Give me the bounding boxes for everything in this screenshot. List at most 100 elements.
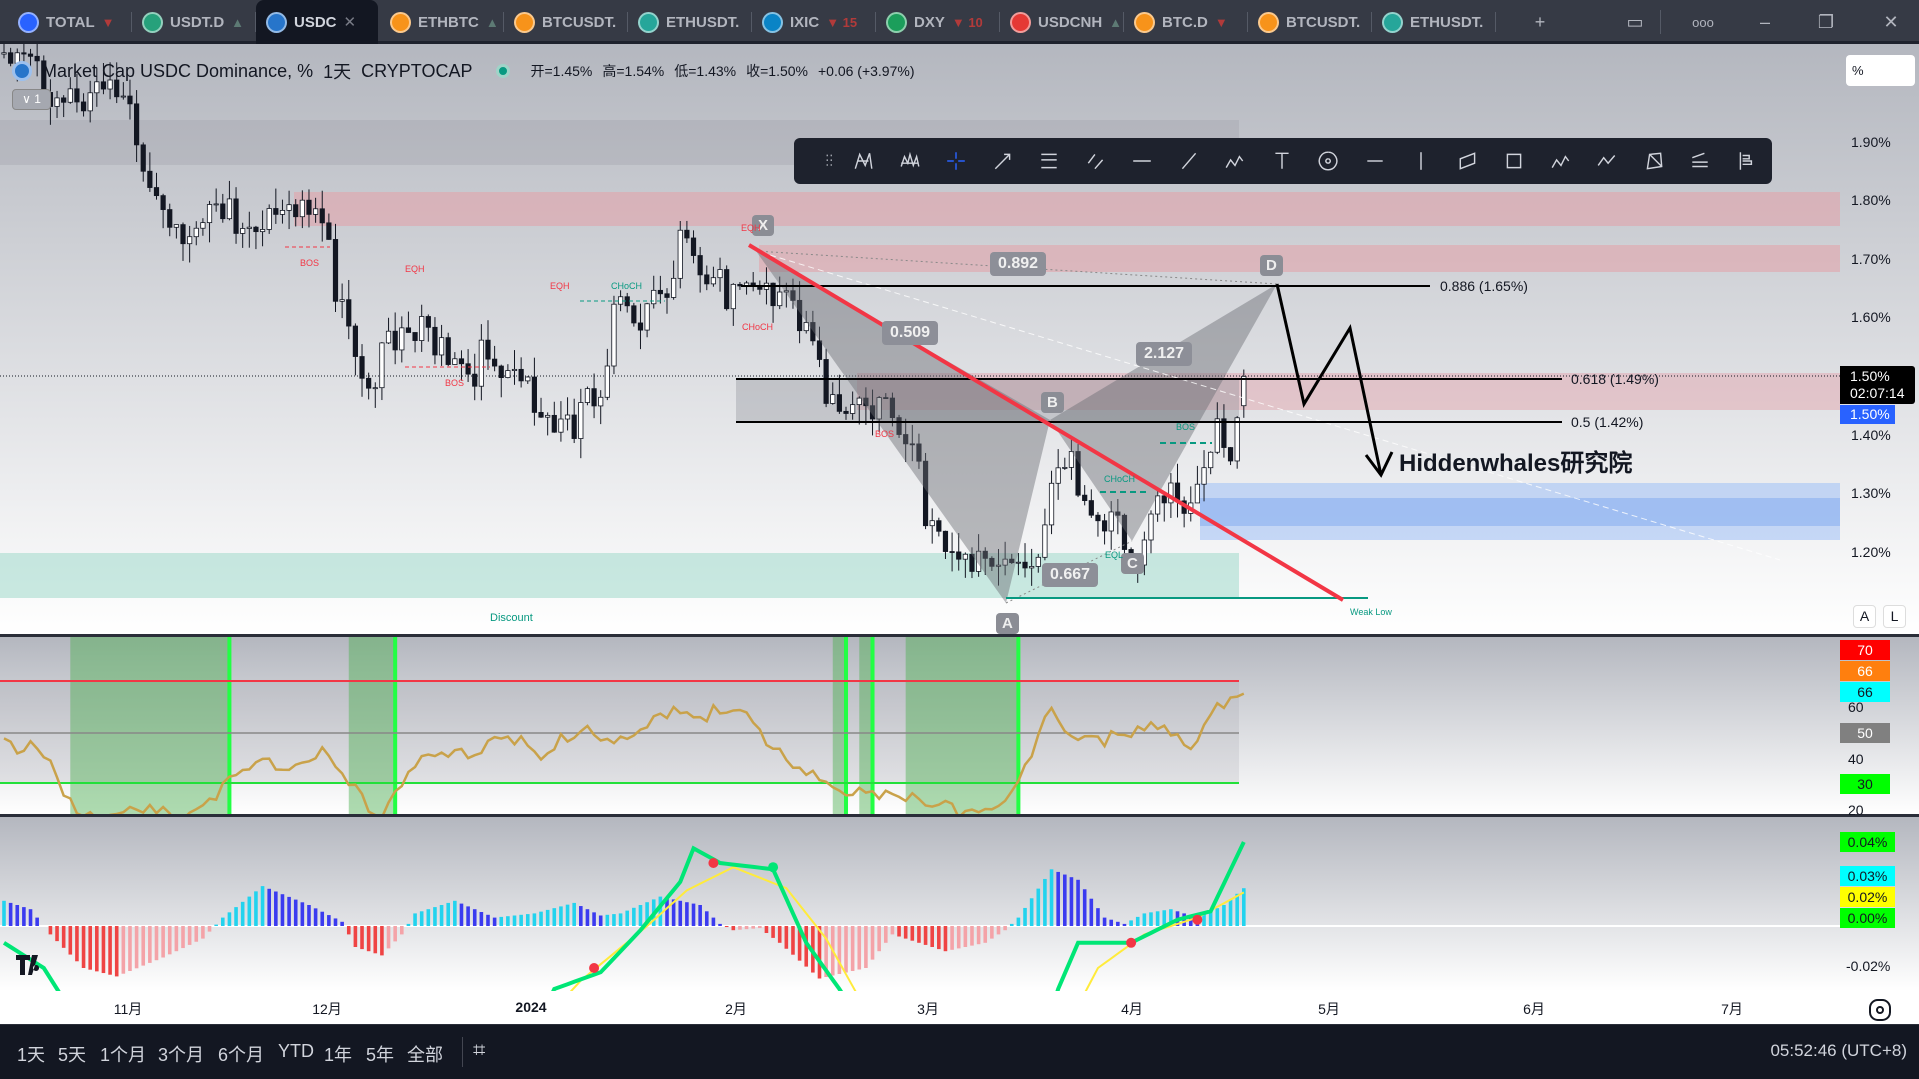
add-tab-button[interactable]: + <box>1515 0 1565 44</box>
symbol-logo-icon <box>1382 11 1403 33</box>
minimize-button[interactable]: – <box>1740 0 1790 44</box>
rsi-oversold-zone <box>348 637 396 814</box>
macd-histogram-bar <box>738 926 742 930</box>
macd-histogram-bar <box>1049 869 1054 926</box>
close-tab-icon[interactable]: ✕ <box>344 13 357 31</box>
trend-line-icon[interactable] <box>1166 141 1213 181</box>
tab-ethusdt[interactable]: ETHUSDT. <box>628 0 752 44</box>
abc-pattern-icon[interactable] <box>1538 141 1585 181</box>
exchange[interactable]: CRYPTOCAP <box>361 61 472 82</box>
scale-mode-input[interactable]: % <box>1846 55 1915 86</box>
pattern-point-c[interactable]: C <box>1121 553 1144 574</box>
rectangle-icon[interactable] <box>1491 141 1538 181</box>
macd-histogram-bar <box>817 926 822 979</box>
tab-change-indicator: ▲ <box>1109 14 1123 30</box>
interval[interactable]: 1天 <box>323 58 351 84</box>
range-button-5[interactable]: YTD <box>278 1041 314 1062</box>
symbol-title[interactable]: Market Cap USDC Dominance, % <box>42 61 313 82</box>
elliott-wave-icon[interactable] <box>887 141 934 181</box>
ohlc-low: 低=1.43% <box>674 63 737 79</box>
horizontal-ray-icon[interactable] <box>1119 141 1166 181</box>
macd-histogram-bar <box>545 909 550 926</box>
macd-histogram-bar <box>466 906 470 926</box>
long-position-icon[interactable] <box>1724 141 1771 181</box>
candle <box>266 204 272 234</box>
macd-histogram-bar <box>406 923 411 926</box>
time-label: 4月 <box>1121 1001 1143 1017</box>
parallelogram-icon[interactable] <box>1445 141 1492 181</box>
abcd-numbered-icon[interactable] <box>1212 141 1259 181</box>
macd-histogram-bar <box>937 926 941 950</box>
range-button-3[interactable]: 3个月 <box>158 1041 204 1067</box>
clock-timezone[interactable]: 05:52:46 (UTC+8) <box>1770 1041 1907 1061</box>
date-range-calendar-icon[interactable]: ⌗ <box>473 1037 485 1063</box>
drag-handle-icon[interactable] <box>824 141 840 181</box>
path-icon[interactable] <box>1584 141 1631 181</box>
fib-label: 0.886 (1.65%) <box>1440 278 1528 294</box>
symbol-logo-icon <box>638 11 659 33</box>
macd-histogram-bar <box>579 906 583 926</box>
range-button-8[interactable]: 全部 <box>407 1041 443 1067</box>
tab-usdtd[interactable]: USDT.D ▲ <box>132 0 256 44</box>
pattern-point-d[interactable]: D <box>1260 255 1283 276</box>
time-axis[interactable] <box>0 991 1919 1024</box>
supply-zone-red <box>759 245 1840 272</box>
more-button[interactable]: ooo <box>1678 0 1728 44</box>
macd-histogram-bar <box>327 915 331 926</box>
candle <box>1234 416 1240 469</box>
crosshair-icon[interactable] <box>933 141 980 181</box>
macd-histogram-bar <box>254 891 258 926</box>
parallel-channel-icon[interactable] <box>1073 141 1120 181</box>
chart-settings-gear-icon[interactable] <box>1869 999 1891 1021</box>
close-window-button[interactable]: ✕ <box>1866 0 1916 44</box>
macd-histogram-bar <box>532 913 537 926</box>
range-button-1[interactable]: 5天 <box>58 1041 86 1067</box>
pattern-point-b[interactable]: B <box>1041 392 1064 413</box>
range-button-7[interactable]: 5年 <box>366 1041 394 1067</box>
arrow-icon[interactable] <box>980 141 1027 181</box>
tab-ixic[interactable]: IXIC ▼ 15 <box>752 0 876 44</box>
ratio-label: 0.892 <box>990 252 1047 276</box>
log-scale-button[interactable]: L <box>1883 605 1906 628</box>
macd-histogram-bar <box>1016 917 1021 926</box>
macd-histogram-bar <box>479 912 484 926</box>
pattern-point-a[interactable]: A <box>996 613 1019 634</box>
tab-ethbtc[interactable]: ETHBTC ▲ <box>380 0 504 44</box>
market-status-icon[interactable] <box>496 64 511 78</box>
fib-retracement-icon[interactable] <box>1026 141 1073 181</box>
range-button-6[interactable]: 1年 <box>324 1041 352 1067</box>
tab-btcd[interactable]: BTC.D ▼ <box>1124 0 1248 44</box>
auto-scale-button[interactable]: A <box>1853 605 1876 628</box>
pane-divider[interactable] <box>0 634 1919 637</box>
time-label: 11月 <box>113 1001 143 1017</box>
rsi-signal-bar <box>844 637 849 814</box>
fib-fan-icon[interactable] <box>1677 141 1724 181</box>
layout-button[interactable]: ▭ <box>1610 0 1660 44</box>
xabcd-pattern-icon[interactable] <box>840 141 887 181</box>
fib-label: 0.5 (1.42%) <box>1571 414 1644 430</box>
tab-dxy[interactable]: DXY ▼ 10 <box>876 0 1000 44</box>
collapse-indicators-button[interactable]: ∨ 1 <box>12 89 51 110</box>
range-button-2[interactable]: 1个月 <box>100 1041 146 1067</box>
tab-usdc[interactable]: USDC ✕ <box>256 0 378 44</box>
pane-divider[interactable] <box>0 814 1919 817</box>
ohlc-open: 开=1.45% <box>530 63 593 79</box>
macd-histogram-bar <box>632 907 636 926</box>
circle-icon[interactable] <box>1305 141 1352 181</box>
range-button-0[interactable]: 1天 <box>17 1041 45 1067</box>
symbol-legend[interactable]: Market Cap USDC Dominance, % 1天 CRYPTOCA… <box>12 58 915 84</box>
macd-histogram-bar <box>917 926 921 943</box>
macd-cross-dot <box>1126 937 1137 948</box>
macd-histogram-bar <box>943 926 948 952</box>
tab-btcusdt[interactable]: BTCUSDT. <box>504 0 628 44</box>
tab-total[interactable]: TOTAL ▼ <box>8 0 132 44</box>
horizontal-line-icon[interactable] <box>1352 141 1399 181</box>
tab-btcusdt[interactable]: BTCUSDT. <box>1248 0 1372 44</box>
range-button-4[interactable]: 6个月 <box>218 1041 264 1067</box>
tab-usdcnh[interactable]: USDCNH ▲ <box>1000 0 1124 44</box>
tab-ethusdt[interactable]: ETHUSDT. <box>1372 0 1496 44</box>
restore-button[interactable]: ❐ <box>1801 0 1851 44</box>
text-icon[interactable] <box>1259 141 1306 181</box>
triangle-pattern-icon[interactable] <box>1631 141 1678 181</box>
vertical-line-icon[interactable] <box>1398 141 1445 181</box>
